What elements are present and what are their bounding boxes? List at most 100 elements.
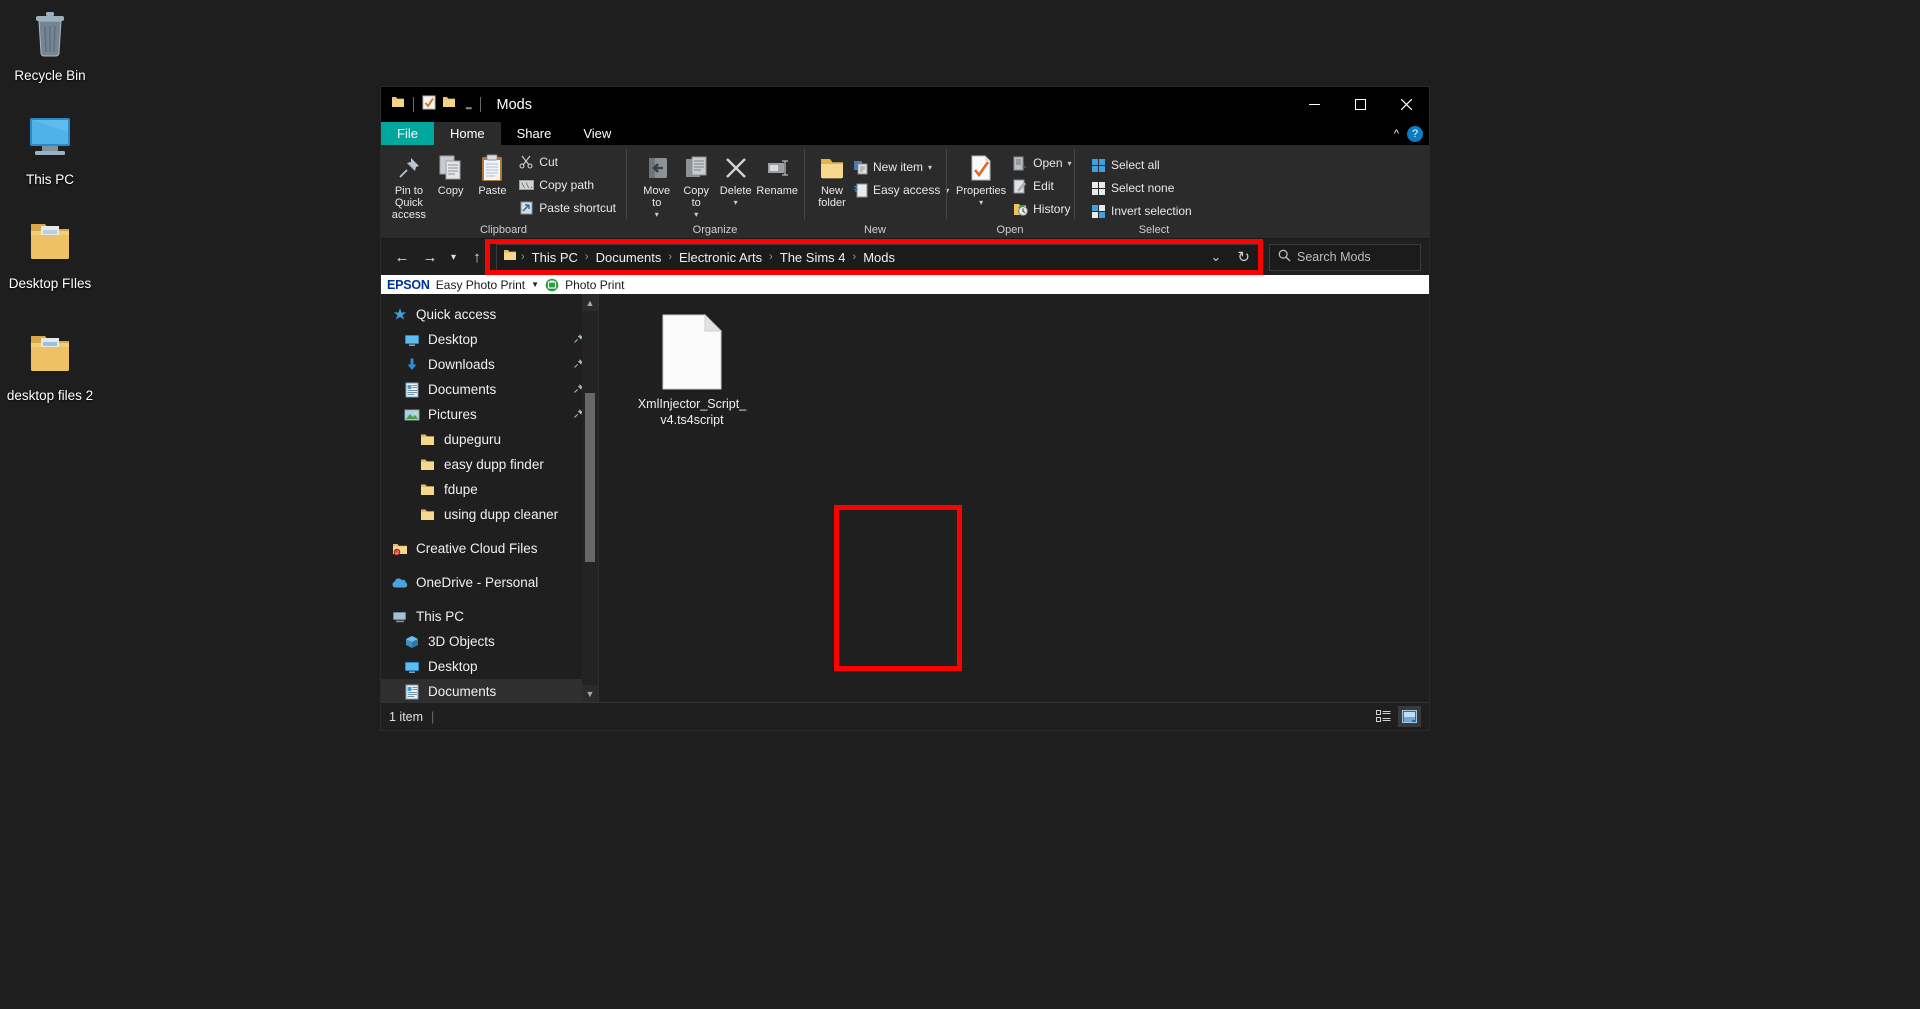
scroll-down-arrow-icon[interactable]: ▼ bbox=[582, 685, 598, 702]
move-to-button[interactable]: Move to ▾ bbox=[638, 149, 675, 221]
nav-this-pc[interactable]: This PC bbox=[381, 604, 598, 629]
breadcrumb-the-sims-4[interactable]: The Sims 4 bbox=[775, 248, 851, 267]
minimize-button[interactable] bbox=[1291, 87, 1337, 122]
quick-access-toolbar: ‗ bbox=[381, 95, 483, 115]
nav-documents[interactable]: Documents bbox=[381, 377, 598, 402]
back-button[interactable]: ← bbox=[389, 244, 415, 270]
nav-easy-dupp-finder[interactable]: easy dupp finder bbox=[381, 452, 598, 477]
file-item[interactable]: XmlInjector_Script_v4.ts4script bbox=[637, 314, 747, 428]
delete-button[interactable]: Delete ▾ bbox=[717, 149, 754, 209]
desktop-icon-desktop-files-2[interactable]: desktop files 2 bbox=[0, 328, 100, 404]
breadcrumb-documents[interactable]: Documents bbox=[591, 248, 667, 267]
properties-button[interactable]: Properties ▾ bbox=[956, 149, 1006, 209]
scrollbar-track[interactable] bbox=[582, 311, 598, 685]
photo-print-label[interactable]: Photo Print bbox=[565, 278, 624, 292]
invert-selection-button[interactable]: Invert selection bbox=[1086, 201, 1196, 221]
properties-label: Properties bbox=[956, 185, 1006, 197]
copy-path-button[interactable]: \\.. Copy path bbox=[514, 175, 620, 195]
cut-button[interactable]: Cut bbox=[514, 152, 620, 172]
history-button[interactable]: History bbox=[1008, 199, 1075, 219]
desktop-icon-recycle-bin[interactable]: Recycle Bin bbox=[0, 8, 100, 84]
nav-downloads[interactable]: Downloads bbox=[381, 352, 598, 377]
desktop-icon-desktop-files[interactable]: Desktop FIles bbox=[0, 216, 100, 292]
new-item-button[interactable]: New item ▾ bbox=[848, 157, 953, 177]
breadcrumb-electronic-arts[interactable]: Electronic Arts bbox=[674, 248, 767, 267]
status-separator: | bbox=[431, 710, 434, 724]
easy-access-button[interactable]: Easy access ▾ bbox=[848, 180, 953, 200]
nav-this-pc-documents[interactable]: Documents bbox=[381, 679, 598, 702]
new-item-caret-icon[interactable]: ▾ bbox=[928, 163, 932, 172]
paste-button[interactable]: Paste bbox=[473, 149, 513, 197]
nav-pictures[interactable]: Pictures bbox=[381, 402, 598, 427]
new-folder-icon[interactable] bbox=[442, 95, 456, 114]
properties-check-icon[interactable] bbox=[422, 95, 436, 115]
new-folder-button[interactable]: New folder bbox=[818, 149, 846, 209]
folder-icon[interactable] bbox=[391, 95, 405, 114]
nav-onedrive-personal[interactable]: OneDrive - Personal bbox=[381, 570, 598, 595]
tab-share[interactable]: Share bbox=[501, 122, 568, 145]
breadcrumb-separator[interactable]: › bbox=[584, 251, 590, 263]
large-icons-view-button[interactable] bbox=[1398, 706, 1421, 727]
open-button[interactable]: Open ▾ bbox=[1008, 153, 1075, 173]
nav-fdupe[interactable]: fdupe bbox=[381, 477, 598, 502]
close-button[interactable] bbox=[1383, 87, 1429, 122]
easy-access-icon bbox=[852, 182, 868, 198]
epson-dropdown-icon[interactable]: ▼ bbox=[531, 280, 539, 289]
new-item-icon bbox=[852, 159, 868, 175]
star-icon bbox=[391, 306, 408, 323]
tab-view[interactable]: View bbox=[567, 122, 627, 145]
navigation-pane-scrollbar[interactable]: ▲ ▼ bbox=[582, 294, 598, 702]
delete-caret-icon[interactable]: ▾ bbox=[734, 197, 738, 209]
nav-using-dupp-cleaner[interactable]: using dupp cleaner bbox=[381, 502, 598, 527]
customize-qat-caret-icon[interactable]: ‗ bbox=[466, 99, 472, 110]
recent-locations-button[interactable]: ▾ bbox=[445, 244, 462, 270]
nav-creative-cloud-files[interactable]: @ Creative Cloud Files bbox=[381, 536, 598, 561]
folder-icon bbox=[419, 506, 436, 523]
breadcrumb-separator[interactable]: › bbox=[667, 251, 673, 263]
scrollbar-thumb[interactable] bbox=[585, 393, 595, 561]
edit-button[interactable]: Edit bbox=[1008, 176, 1075, 196]
collapse-ribbon-icon[interactable]: ^ bbox=[1394, 128, 1399, 140]
documents-icon bbox=[403, 683, 420, 700]
maximize-button[interactable] bbox=[1337, 87, 1383, 122]
select-all-button[interactable]: Select all bbox=[1086, 155, 1196, 175]
refresh-icon[interactable]: ↻ bbox=[1231, 248, 1256, 266]
nav-3d-objects[interactable]: 3D Objects bbox=[381, 629, 598, 654]
copy-to-caret-icon[interactable]: ▾ bbox=[694, 209, 698, 221]
select-none-button[interactable]: Select none bbox=[1086, 178, 1196, 198]
qat-divider bbox=[413, 97, 414, 112]
open-caret-icon[interactable]: ▾ bbox=[1068, 159, 1072, 168]
search-input[interactable]: Search Mods bbox=[1269, 244, 1421, 271]
nav-quick-access[interactable]: Quick access bbox=[381, 302, 598, 327]
breadcrumb-separator[interactable]: › bbox=[768, 251, 774, 263]
scroll-up-arrow-icon[interactable]: ▲ bbox=[582, 294, 598, 311]
tab-file[interactable]: File bbox=[381, 122, 434, 145]
address-bar[interactable]: › This PC › Documents › Electronic Arts … bbox=[496, 244, 1261, 271]
tab-home[interactable]: Home bbox=[434, 122, 501, 145]
up-button[interactable]: ↑ bbox=[464, 244, 490, 270]
desktop-icon-this-pc[interactable]: This PC bbox=[0, 112, 100, 188]
properties-caret-icon[interactable]: ▾ bbox=[979, 197, 983, 209]
nav-dupeguru[interactable]: dupeguru bbox=[381, 427, 598, 452]
rename-button[interactable]: Rename bbox=[756, 149, 798, 197]
breadcrumb-mods[interactable]: Mods bbox=[858, 248, 900, 267]
breadcrumb-this-pc[interactable]: This PC bbox=[527, 248, 583, 267]
pin-to-quick-access-button[interactable]: Pin to Quick access bbox=[389, 149, 429, 221]
address-dropdown-icon[interactable]: ⌄ bbox=[1205, 249, 1228, 265]
paste-shortcut-button[interactable]: Paste shortcut bbox=[514, 198, 620, 218]
nav-this-pc-desktop[interactable]: Desktop bbox=[381, 654, 598, 679]
help-icon[interactable]: ? bbox=[1407, 126, 1423, 142]
move-to-caret-icon[interactable]: ▾ bbox=[655, 209, 659, 221]
breadcrumb-separator[interactable]: › bbox=[852, 251, 858, 263]
nav-desktop[interactable]: Desktop bbox=[381, 327, 598, 352]
delete-label: Delete bbox=[720, 185, 752, 197]
easy-photo-print-label[interactable]: Easy Photo Print bbox=[436, 278, 525, 292]
file-list-pane[interactable]: XmlInjector_Script_v4.ts4script bbox=[599, 294, 1429, 702]
copy-button[interactable]: Copy bbox=[431, 149, 471, 197]
move-to-icon bbox=[643, 151, 671, 185]
forward-button[interactable]: → bbox=[417, 244, 443, 270]
file-name-label: XmlInjector_Script_v4.ts4script bbox=[637, 396, 747, 428]
copy-to-button[interactable]: Copy to ▾ bbox=[677, 149, 714, 221]
history-label: History bbox=[1033, 202, 1070, 216]
details-view-button[interactable] bbox=[1372, 706, 1395, 727]
